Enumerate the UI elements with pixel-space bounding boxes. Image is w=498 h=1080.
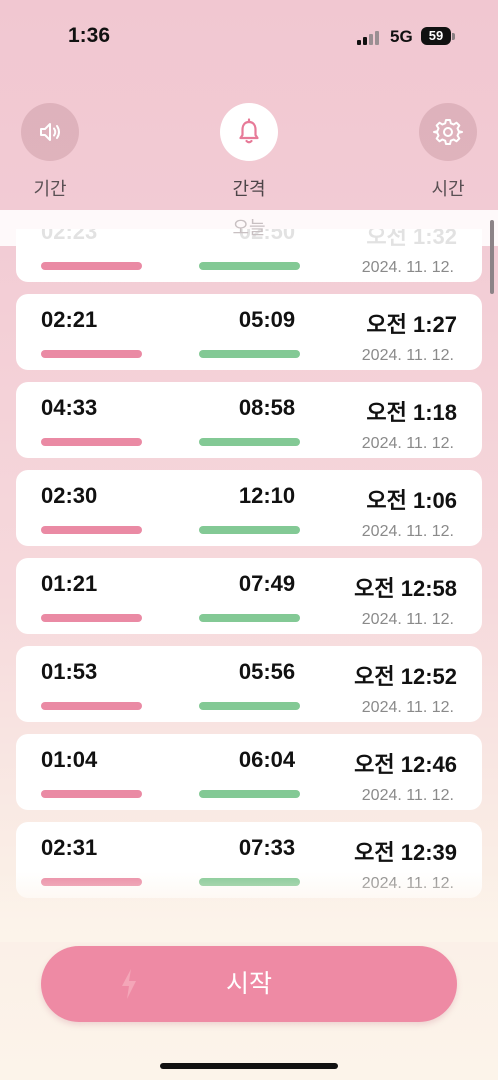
record-interval: 07:33 <box>238 835 296 860</box>
record-card[interactable]: 01:04 06:04 오전 12:46 2024. 11. 12. <box>16 734 482 810</box>
record-interval: 07:49 <box>238 571 296 596</box>
tab-interval-button[interactable] <box>220 103 278 161</box>
record-duration: 01:04 <box>41 747 98 772</box>
duration-bar <box>41 438 142 446</box>
record-date: 2024. 11. 12. <box>361 787 454 804</box>
status-bar: 1:36 5G 59 <box>0 0 498 70</box>
tab-interval-label: 간격 <box>232 179 266 199</box>
start-button-label: 시작 <box>225 970 272 998</box>
tab-time[interactable]: 시간 <box>408 100 488 201</box>
network-type: 5G <box>390 27 413 46</box>
record-time: 오전 1:27 <box>366 312 457 337</box>
record-interval: 05:56 <box>238 659 296 684</box>
record-duration: 02:30 <box>41 483 98 508</box>
duration-bar <box>41 526 142 534</box>
interval-bar <box>199 702 300 710</box>
tab-time-button[interactable] <box>419 103 477 161</box>
bell-icon <box>239 118 259 144</box>
speaker-icon <box>40 123 60 141</box>
record-time: 오전 12:39 <box>354 840 457 865</box>
record-time: 오전 1:06 <box>366 488 457 513</box>
record-card[interactable]: 01:53 05:56 오전 12:52 2024. 11. 12. <box>16 646 482 722</box>
list-fade-overlay <box>0 872 498 942</box>
interval-bar <box>199 614 300 622</box>
interval-bar <box>199 790 300 798</box>
record-card[interactable]: 01:21 07:49 오전 12:58 2024. 11. 12. <box>16 558 482 634</box>
home-indicator[interactable] <box>160 1063 338 1069</box>
record-time: 오전 1:18 <box>366 400 457 425</box>
record-date: 2024. 11. 12. <box>361 699 454 716</box>
battery-icon: 59 <box>421 27 451 45</box>
record-interval: 12:10 <box>238 483 296 508</box>
status-time: 1:36 <box>68 24 111 47</box>
record-interval: 08:58 <box>238 395 296 420</box>
record-date: 2024. 11. 12. <box>361 523 454 540</box>
tab-period-button[interactable] <box>21 103 79 161</box>
record-date: 2024. 11. 12. <box>361 259 454 276</box>
start-button[interactable]: 시작 <box>41 946 457 1022</box>
duration-bar <box>41 350 142 358</box>
record-card[interactable]: 02:30 12:10 오전 1:06 2024. 11. 12. <box>16 470 482 546</box>
tab-period-label: 기간 <box>33 179 67 199</box>
duration-bar <box>41 614 142 622</box>
interval-bar <box>199 526 300 534</box>
duration-bar <box>41 702 142 710</box>
section-header-today: 오늘 <box>0 210 498 246</box>
record-interval: 05:09 <box>238 307 296 332</box>
tab-time-label: 시간 <box>431 179 465 199</box>
record-time: 오전 12:58 <box>354 576 457 601</box>
interval-bar <box>199 350 300 358</box>
record-duration: 02:21 <box>41 307 98 332</box>
record-duration: 01:53 <box>41 659 98 684</box>
interval-bar <box>199 262 300 270</box>
record-duration: 02:31 <box>41 835 98 860</box>
gear-icon <box>433 119 463 145</box>
top-nav: 기간 간격 시간 <box>0 100 498 200</box>
duration-bar <box>41 790 142 798</box>
battery-tip <box>452 33 455 40</box>
record-interval: 06:04 <box>238 747 296 772</box>
scrollbar[interactable] <box>490 220 494 294</box>
tab-interval[interactable]: 간격 <box>209 100 289 201</box>
record-date: 2024. 11. 12. <box>361 347 454 364</box>
record-time: 오전 12:46 <box>354 752 457 777</box>
record-card[interactable]: 02:21 05:09 오전 1:27 2024. 11. 12. <box>16 294 482 370</box>
record-duration: 01:21 <box>41 571 98 596</box>
interval-bar <box>199 438 300 446</box>
record-date: 2024. 11. 12. <box>361 611 454 628</box>
record-list-viewport[interactable]: 02:2302:50오전 1:322024. 11. 12.02:2105:09… <box>0 229 498 941</box>
record-date: 2024. 11. 12. <box>361 435 454 452</box>
record-list: 02:2302:50오전 1:322024. 11. 12.02:2105:09… <box>0 229 498 910</box>
record-time: 오전 12:52 <box>354 664 457 689</box>
record-card[interactable]: 04:33 08:58 오전 1:18 2024. 11. 12. <box>16 382 482 458</box>
tab-period[interactable]: 기간 <box>10 100 90 201</box>
record-duration: 04:33 <box>41 395 98 420</box>
duration-bar <box>41 262 142 270</box>
signal-strength-icon <box>357 31 383 45</box>
